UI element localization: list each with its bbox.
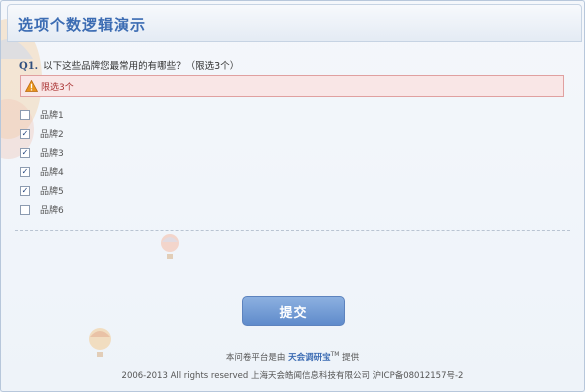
credit-suffix: 提供 xyxy=(342,353,360,363)
option-item[interactable]: ✓ 品牌4 xyxy=(20,162,64,181)
credit-prefix: 本问卷平台是由 xyxy=(225,353,286,363)
trademark-mark: TM xyxy=(330,351,340,359)
option-checkbox[interactable]: ✓ xyxy=(20,185,30,196)
option-item[interactable]: 品牌6 xyxy=(20,200,64,219)
option-item[interactable]: ✓ 品牌2 xyxy=(20,124,64,143)
survey-frame: 选项个数逻辑演示 Q1. 以下这些品牌您最常用的有哪些？（限选3个） 限选3个 品… xyxy=(0,0,585,392)
page-title: 选项个数逻辑演示 xyxy=(18,16,147,34)
submit-button[interactable]: 提交 xyxy=(242,296,345,326)
platform-credit: 本问卷平台是由 天会调研宝TM 提供 xyxy=(1,351,584,363)
brand-link[interactable]: 天会调研宝 xyxy=(288,353,331,363)
option-checkbox[interactable] xyxy=(20,204,30,215)
option-item[interactable]: ✓ 品牌3 xyxy=(20,143,64,162)
question-number: Q1. xyxy=(19,61,39,72)
option-checkbox[interactable]: ✓ xyxy=(20,128,30,139)
option-label: 品牌3 xyxy=(40,149,64,159)
option-checkbox[interactable] xyxy=(20,109,30,120)
options-list: 品牌1 ✓ 品牌2 ✓ 品牌3 ✓ 品牌4 ✓ 品牌5 品牌6 xyxy=(20,105,64,219)
option-label: 品牌5 xyxy=(40,187,64,197)
option-label: 品牌1 xyxy=(40,111,64,121)
option-checkbox[interactable]: ✓ xyxy=(20,166,30,177)
balloon-decoration-icon xyxy=(161,234,179,259)
option-item[interactable]: ✓ 品牌5 xyxy=(20,181,64,200)
copyright-text: 2006-2013 All rights reserved 上海天会皓闻信息科技… xyxy=(121,371,464,381)
warning-icon xyxy=(25,80,38,92)
option-label: 品牌6 xyxy=(40,206,64,216)
survey-header: 选项个数逻辑演示 xyxy=(7,4,582,42)
option-checkbox[interactable]: ✓ xyxy=(20,147,30,158)
question-label: 以下这些品牌您最常用的有哪些？（限选3个） xyxy=(43,61,240,72)
option-label: 品牌2 xyxy=(40,130,64,140)
question-text: Q1. 以下这些品牌您最常用的有哪些？（限选3个） xyxy=(19,58,239,72)
warning-text: 限选3个 xyxy=(41,82,74,93)
section-divider xyxy=(15,230,570,231)
validation-warning: 限选3个 xyxy=(20,75,564,97)
option-label: 品牌4 xyxy=(40,168,64,178)
option-item[interactable]: 品牌1 xyxy=(20,105,64,124)
